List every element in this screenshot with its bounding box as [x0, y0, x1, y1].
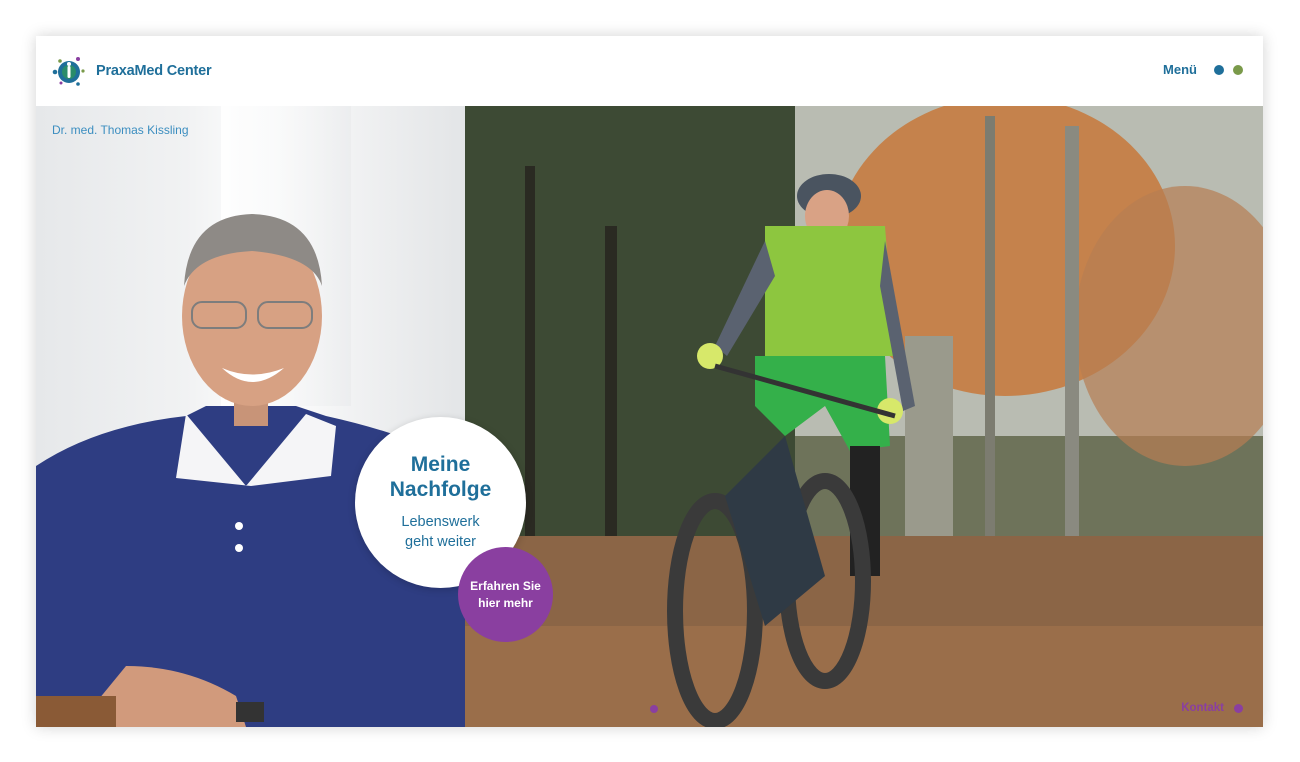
badge-title-line1: Meine: [410, 453, 471, 476]
badge-subtitle: Lebenswerk geht weiter: [355, 512, 526, 552]
site-header: PraxaMed Center Menü: [36, 36, 1263, 106]
page-frame: PraxaMed Center Menü Dr. med. Thomas Kis…: [36, 36, 1263, 727]
menu-dot-green-icon: [1233, 64, 1243, 75]
forest-scene: [465, 106, 1263, 727]
logo-text: PraxaMed Center: [96, 63, 212, 79]
learn-more-button[interactable]: Erfahren Sie hier mehr: [458, 547, 553, 642]
cta-line2: hier mehr: [478, 595, 533, 610]
kontakt-dot-icon: [1234, 703, 1243, 713]
logo[interactable]: PraxaMed Center: [51, 53, 212, 89]
badge-sub-line1: Lebenswerk: [401, 514, 480, 530]
cta-line1: Erfahren Sie: [470, 578, 541, 593]
logo-icon: [52, 57, 85, 86]
doctor-name: Dr. med. Thomas Kissling: [52, 123, 189, 137]
doctor-figure: [36, 214, 465, 727]
kontakt-label: Kontakt: [1181, 702, 1224, 714]
doctor-portrait-image: Dr. med. Thomas Kissling: [36, 106, 465, 727]
wooden-bench: [36, 696, 116, 727]
menu-dot-blue-icon: [1214, 64, 1224, 75]
menu-label: Menü: [1163, 62, 1197, 77]
slider-indicator-dot[interactable]: [650, 705, 658, 713]
kontakt-link[interactable]: Kontakt: [1181, 702, 1243, 714]
badge-title: Meine Nachfolge: [355, 452, 526, 502]
badge-title-line2: Nachfolge: [389, 478, 492, 501]
cyclist-hero-image: [465, 106, 1263, 727]
menu-button[interactable]: Menü: [1163, 62, 1243, 77]
